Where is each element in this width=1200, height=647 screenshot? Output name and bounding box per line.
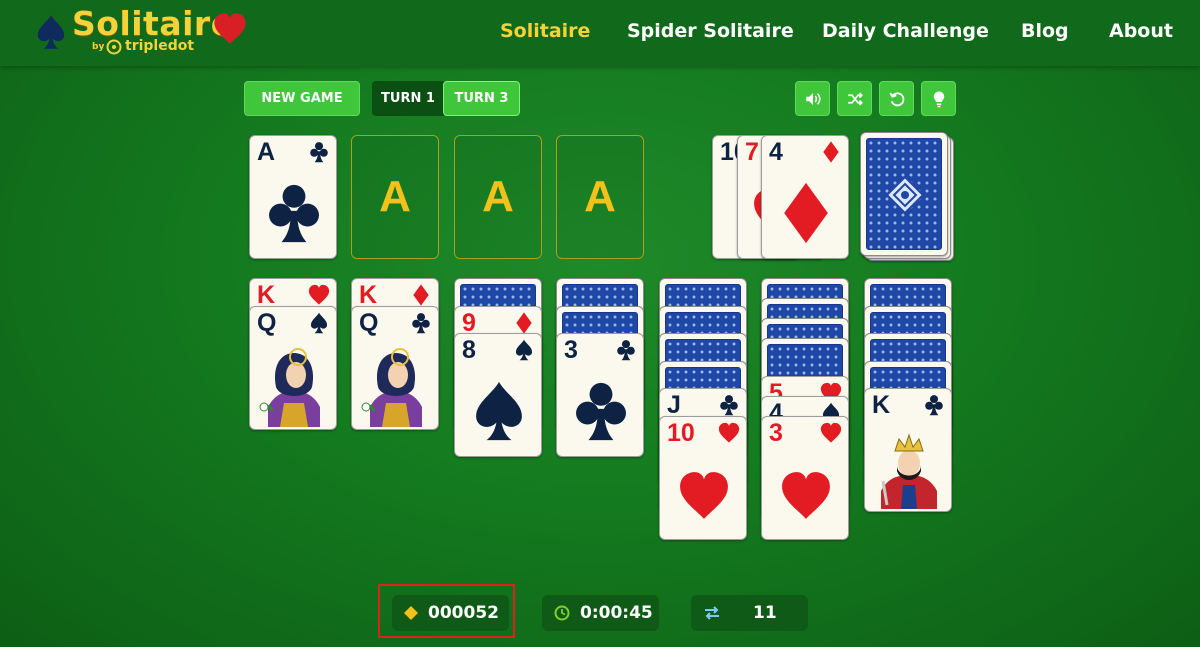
diamond-score-icon <box>404 606 418 620</box>
sound-button[interactable] <box>795 81 830 116</box>
card-rank: 3 <box>769 419 783 447</box>
club-icon <box>268 180 320 246</box>
queen-portrait-icon <box>360 347 432 427</box>
solitaire-logo[interactable]: Solitaire by tripledot <box>30 4 260 62</box>
card-rank: 7 <box>745 138 759 166</box>
tableau-7-king-clubs[interactable]: K <box>864 388 952 512</box>
stock-pile[interactable] <box>860 132 948 256</box>
moves-display: 11 <box>691 595 808 631</box>
time-value: 0:00:45 <box>580 603 653 623</box>
sound-icon <box>805 92 820 105</box>
waste-card-4-diamonds[interactable]: 4 <box>761 135 849 259</box>
top-header: Solitaire by tripledot Solitaire Spider … <box>0 0 1200 66</box>
spade-icon <box>308 312 330 334</box>
timer-display: 0:00:45 <box>542 595 659 631</box>
turn-3-button[interactable]: TURN 3 <box>443 81 520 116</box>
club-icon <box>575 378 627 444</box>
club-icon <box>410 312 432 334</box>
tableau-5-ten-hearts[interactable]: 10 <box>659 416 747 540</box>
moves-value: 11 <box>753 603 777 623</box>
spade-logo-icon <box>36 14 66 50</box>
undo-icon <box>888 91 904 106</box>
foundation-slot-2[interactable]: A <box>351 135 439 259</box>
foundation-slot-3[interactable]: A <box>454 135 542 259</box>
new-game-button[interactable]: NEW GAME <box>244 81 360 116</box>
spade-icon <box>473 378 525 444</box>
diamond-icon <box>780 180 832 246</box>
heart-icon <box>718 422 740 444</box>
tableau-2-queen-clubs[interactable]: Q <box>351 306 439 430</box>
logo-by-text: by <box>92 42 105 52</box>
card-rank: Q <box>359 309 379 337</box>
diamond-icon <box>513 312 535 334</box>
club-icon <box>615 339 637 361</box>
score-value: 000052 <box>428 603 499 623</box>
hint-button[interactable] <box>921 81 956 116</box>
club-icon <box>923 394 945 416</box>
foundation-clubs-ace[interactable]: A <box>249 135 337 259</box>
tableau-6-three-hearts[interactable]: 3 <box>761 416 849 540</box>
turn-mode-toggle: TURN 1 TURN 3 <box>372 81 520 116</box>
heart-icon <box>308 284 330 306</box>
clock-icon <box>554 605 570 621</box>
card-rank: 8 <box>462 336 476 364</box>
diamond-icon <box>410 284 432 306</box>
card-rank: K <box>872 391 891 419</box>
king-portrait-icon <box>873 429 945 509</box>
tableau-3-eight-spades[interactable]: 8 <box>454 333 542 457</box>
foundation-slot-4[interactable]: A <box>556 135 644 259</box>
club-icon <box>308 141 330 163</box>
tripledot-icon <box>106 39 122 55</box>
turn-1-button[interactable]: TURN 1 <box>372 81 444 116</box>
heart-icon <box>820 422 842 444</box>
card-rank: 10 <box>667 419 695 447</box>
shuffle-icon <box>847 91 863 106</box>
diamond-icon <box>820 141 842 163</box>
tableau-4-three-clubs[interactable]: 3 <box>556 333 644 457</box>
card-rank: 4 <box>769 138 783 166</box>
undo-button[interactable] <box>879 81 914 116</box>
card-rank: 3 <box>564 336 578 364</box>
club-icon <box>718 394 740 416</box>
tableau-1-queen-spades[interactable]: Q <box>249 306 337 430</box>
nav-about[interactable]: About <box>1109 20 1173 42</box>
logo-brand: tripledot <box>125 38 195 54</box>
card-rank: A <box>257 138 276 166</box>
card-rank: Q <box>257 309 277 337</box>
nav-daily-challenge[interactable]: Daily Challenge <box>822 20 989 42</box>
shuffle-button[interactable] <box>837 81 872 116</box>
nav-spider-solitaire[interactable]: Spider Solitaire <box>627 20 794 42</box>
heart-icon <box>780 463 832 529</box>
lightbulb-icon <box>933 91 944 107</box>
heart-icon <box>678 463 730 529</box>
heart-logo-icon <box>213 12 247 46</box>
moves-arrows-icon <box>705 606 719 620</box>
nav-solitaire[interactable]: Solitaire <box>500 20 590 42</box>
card-back-emblem-icon <box>885 175 925 215</box>
score-display: 000052 <box>392 595 509 631</box>
queen-portrait-icon <box>258 347 330 427</box>
spade-icon <box>513 339 535 361</box>
nav-blog[interactable]: Blog <box>1021 20 1069 42</box>
